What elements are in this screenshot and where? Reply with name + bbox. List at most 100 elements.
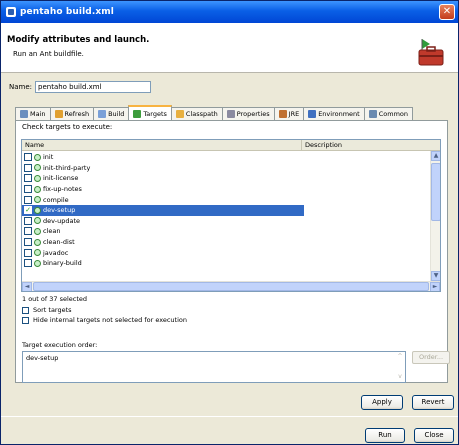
execution-order-label: Target execution order: xyxy=(22,341,98,349)
table-row-selected[interactable]: ✓ dev-setup xyxy=(22,204,430,216)
tab-common[interactable]: Common xyxy=(363,107,413,120)
target-description xyxy=(304,204,430,216)
scroll-down-arrow-icon[interactable]: ▼ xyxy=(431,271,440,281)
close-button[interactable]: Close xyxy=(414,428,454,443)
order-scroll-up-icon: ^ xyxy=(397,353,403,360)
run-button[interactable]: Run xyxy=(365,428,405,443)
target-checkbox[interactable] xyxy=(24,153,32,162)
apply-button[interactable]: Apply xyxy=(361,395,403,410)
hide-internal-checkbox[interactable] xyxy=(22,316,29,324)
target-name: binary-build xyxy=(43,259,82,268)
target-checkbox[interactable] xyxy=(24,227,32,236)
target-description xyxy=(304,226,430,237)
target-icon xyxy=(34,196,41,204)
target-description xyxy=(304,216,430,227)
tab-targets[interactable]: Targets xyxy=(128,105,172,120)
tab-refresh[interactable]: Refresh xyxy=(49,107,95,120)
target-description xyxy=(304,184,430,195)
target-icon xyxy=(34,185,41,193)
target-name: fix-up-notes xyxy=(43,185,82,194)
scroll-right-arrow-icon[interactable]: ► xyxy=(430,282,440,291)
table-row[interactable]: dev-update xyxy=(22,216,430,227)
target-name: clean xyxy=(43,227,61,236)
target-name: init-third-party xyxy=(43,163,91,172)
close-window-button[interactable]: ✕ xyxy=(439,4,455,20)
sort-targets-option[interactable]: Sort targets xyxy=(22,306,72,314)
table-row[interactable]: init-third-party xyxy=(22,163,430,174)
refresh-icon xyxy=(54,110,63,118)
target-icon xyxy=(34,174,41,182)
target-checkbox[interactable] xyxy=(24,163,32,172)
build-icon xyxy=(98,110,107,118)
properties-icon xyxy=(226,110,235,118)
target-name: dev-update xyxy=(43,216,81,225)
hide-internal-option[interactable]: Hide internal targets not selected for e… xyxy=(22,316,187,324)
order-scroll-down-icon: v xyxy=(398,373,402,380)
tab-bar: Main Refresh Build Targets Classpath Pro… xyxy=(15,105,448,120)
table-row[interactable]: compile xyxy=(22,194,430,205)
order-button[interactable]: Order... xyxy=(412,351,450,364)
target-checkbox[interactable] xyxy=(24,248,32,257)
name-row: Name: pentaho build.xml xyxy=(9,81,152,93)
tab-classpath[interactable]: Classpath xyxy=(170,107,223,120)
target-description xyxy=(304,258,430,269)
targets-table: Name Description init init-third-party i… xyxy=(21,139,441,292)
target-checkbox-checked[interactable]: ✓ xyxy=(24,206,32,215)
target-description xyxy=(304,194,430,205)
target-icon xyxy=(34,259,41,267)
target-name: dev-setup xyxy=(43,206,76,215)
target-name: init xyxy=(43,153,54,162)
scroll-up-arrow-icon[interactable]: ▲ xyxy=(431,151,440,161)
table-row[interactable]: init-license xyxy=(22,173,430,184)
sort-targets-checkbox[interactable] xyxy=(22,306,29,314)
target-checkbox[interactable] xyxy=(24,195,32,204)
target-icon xyxy=(34,164,41,172)
target-checkbox[interactable] xyxy=(24,216,32,225)
target-checkbox[interactable] xyxy=(24,259,32,268)
table-row[interactable]: binary-build xyxy=(22,258,430,269)
target-description xyxy=(304,173,430,184)
column-name-header[interactable]: Name xyxy=(22,140,302,150)
target-checkbox[interactable] xyxy=(24,174,32,183)
target-icon xyxy=(34,227,41,235)
target-name: clean-dist xyxy=(43,238,75,247)
tab-jre[interactable]: JRE xyxy=(273,107,305,120)
selection-count: 1 out of 37 selected xyxy=(22,295,88,303)
target-description xyxy=(304,247,430,258)
execution-order-field[interactable]: dev-setup xyxy=(22,351,406,383)
vertical-scroll-thumb[interactable] xyxy=(431,163,440,221)
target-icon xyxy=(34,238,41,246)
horizontal-scrollbar[interactable]: ◄ ► xyxy=(22,281,440,291)
tab-environment[interactable]: Environment xyxy=(303,107,365,120)
target-checkbox[interactable] xyxy=(24,185,32,194)
name-input[interactable]: pentaho build.xml xyxy=(35,81,152,93)
table-row[interactable]: init xyxy=(22,152,430,163)
target-name: compile xyxy=(43,195,69,204)
table-row[interactable]: javadoc xyxy=(22,247,430,258)
horizontal-scroll-thumb[interactable] xyxy=(33,282,429,291)
table-row[interactable]: clean xyxy=(22,226,430,237)
tab-properties[interactable]: Properties xyxy=(221,107,275,120)
execution-order-scrollbar: ^ v xyxy=(396,353,404,381)
common-icon xyxy=(368,110,377,118)
scroll-left-arrow-icon[interactable]: ◄ xyxy=(22,282,32,291)
table-row[interactable]: clean-dist xyxy=(22,237,430,248)
window-title: pentaho build.xml xyxy=(20,7,114,17)
table-rows: init init-third-party init-license fix-u… xyxy=(22,152,430,269)
name-label: Name: xyxy=(9,83,33,91)
tab-main[interactable]: Main xyxy=(15,107,51,120)
check-targets-label: Check targets to execute: xyxy=(22,123,113,131)
target-description xyxy=(304,152,430,163)
app-icon xyxy=(6,7,16,17)
target-description xyxy=(304,237,430,248)
tab-build[interactable]: Build xyxy=(93,107,130,120)
target-checkbox[interactable] xyxy=(24,238,32,247)
header-title: Modify attributes and launch. xyxy=(7,35,150,45)
table-row[interactable]: fix-up-notes xyxy=(22,184,430,195)
target-icon xyxy=(34,249,41,257)
revert-button[interactable]: Revert xyxy=(412,395,454,410)
column-description-header[interactable]: Description xyxy=(302,140,430,150)
vertical-scrollbar[interactable]: ▲ ▼ xyxy=(430,151,440,281)
title-bar[interactable]: pentaho build.xml ✕ xyxy=(1,1,458,23)
target-description xyxy=(304,163,430,174)
